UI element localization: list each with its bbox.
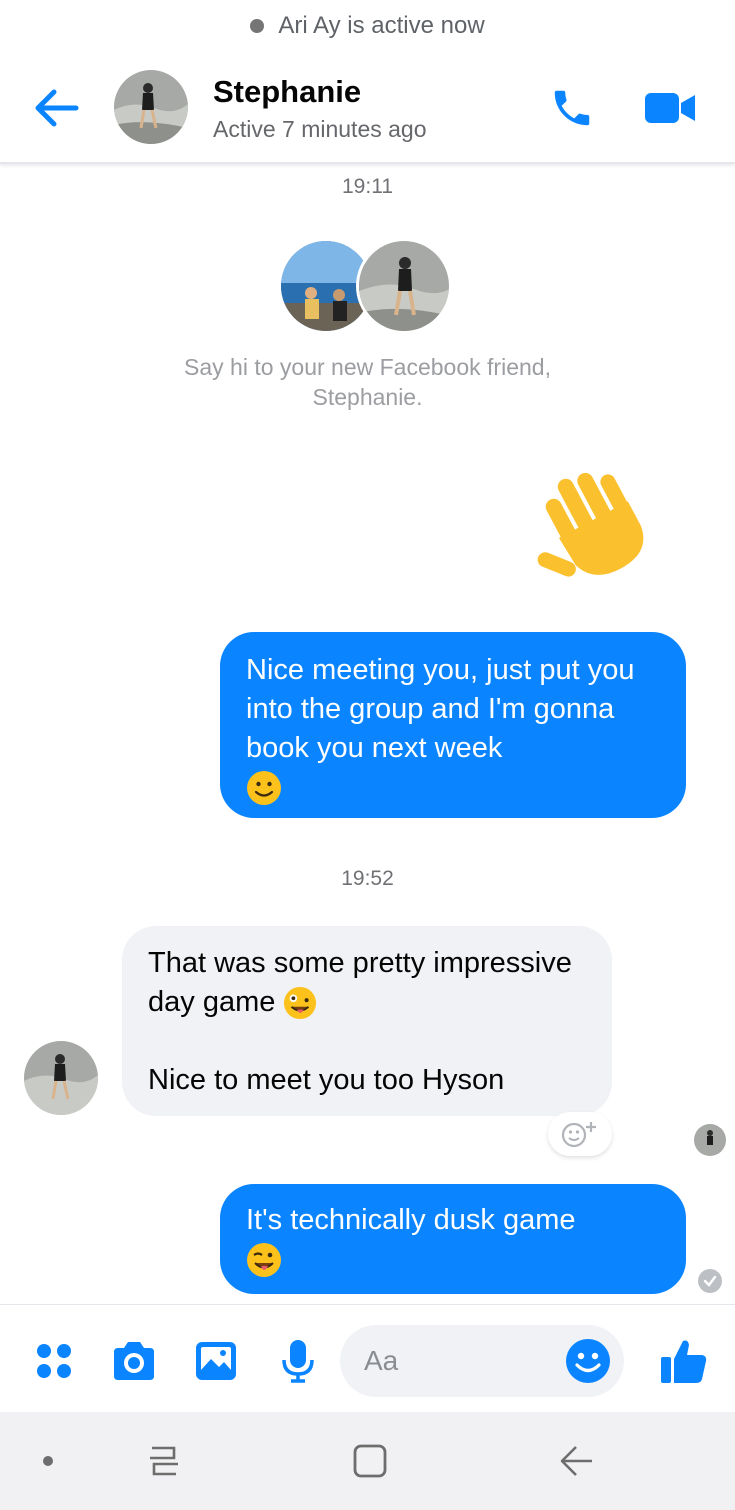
received-message-bubble[interactable]: That was some pretty impressive day game… [122,926,612,1116]
message-text: Nice meeting you, just put you into the … [246,654,635,764]
nav-back-button[interactable] [548,1436,604,1486]
phone-icon [554,90,590,126]
apps-icon [37,1344,71,1378]
gallery-icon [196,1342,236,1380]
recent-apps-icon [150,1446,178,1476]
voice-call-button[interactable] [546,82,598,134]
contact-intro-avatar [356,238,452,334]
message-text: Nice to meet you too Hyson [148,1064,505,1096]
status-dot-icon [250,19,265,33]
dot-icon [43,1456,53,1466]
system-navigation-bar [0,1412,735,1510]
contact-name[interactable]: Stephanie [213,74,361,110]
waving-hand-emoji[interactable] [535,462,665,582]
message-text: That was some pretty impressive day game [148,947,572,1018]
video-call-button[interactable] [640,82,700,134]
sender-avatar[interactable] [24,1041,98,1115]
chat-header: Stephanie Active 7 minutes ago [0,52,735,164]
active-status-text: Ari Ay is active now [278,12,485,39]
sent-message-bubble[interactable]: It's technically dusk game [220,1184,686,1294]
seen-by-avatar [694,1124,726,1156]
camera-button[interactable] [108,1335,160,1387]
message-input[interactable] [364,1325,554,1397]
add-reaction-icon [561,1122,596,1148]
message-input-container[interactable] [340,1325,624,1397]
home-button[interactable] [342,1436,398,1486]
message-timestamp: 19:11 [342,175,393,198]
microphone-icon [282,1340,314,1383]
nav-dot-button[interactable] [20,1436,76,1486]
gallery-button[interactable] [190,1335,242,1387]
new-friend-intro-text: Say hi to your new Facebook friend, Step… [184,354,551,410]
voice-message-button[interactable] [272,1335,324,1387]
emoji-icon [566,1339,610,1383]
winking-tongue-face-emoji [247,1243,281,1278]
active-status-bar: Ari Ay is active now [0,0,735,52]
message-timestamp: 19:52 [341,867,394,890]
friend-intro-avatars [278,238,458,334]
zany-face-emoji [284,987,317,1020]
messenger-chat-screen: Ari Ay is active now Stephanie Active 7 … [0,0,735,1510]
back-button[interactable] [28,82,84,134]
like-button[interactable] [656,1335,712,1387]
home-icon [353,1444,387,1478]
back-icon [560,1446,592,1476]
recent-apps-button[interactable] [136,1436,192,1486]
contact-active-status: Active 7 minutes ago [213,116,427,142]
emoji-button[interactable] [564,1337,612,1385]
message-composer [0,1304,735,1412]
camera-icon [114,1342,154,1380]
message-text: It's technically dusk game [246,1204,576,1236]
apps-button[interactable] [28,1335,80,1387]
slightly-smiling-face-emoji [247,771,281,806]
check-circle-icon [703,1275,717,1287]
video-camera-icon [645,93,695,123]
arrow-left-icon [35,89,79,127]
contact-avatar[interactable] [114,70,188,144]
add-reaction-button[interactable] [548,1112,612,1156]
sent-message-bubble[interactable]: Nice meeting you, just put you into the … [220,632,686,818]
delivered-status [698,1269,722,1293]
thumbs-up-icon [661,1340,707,1383]
